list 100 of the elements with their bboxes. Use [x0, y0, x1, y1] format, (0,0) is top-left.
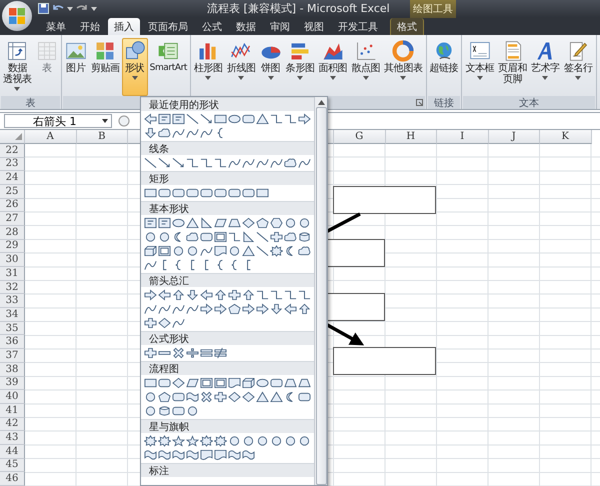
equal-sign-icon[interactable]	[200, 347, 213, 359]
line-icon[interactable]	[186, 113, 199, 125]
triangle-icon[interactable]	[256, 391, 269, 403]
curve-icon[interactable]	[186, 127, 199, 139]
ribbon-button[interactable]: SmartArt	[148, 38, 190, 96]
starburst-icon[interactable]	[144, 435, 157, 447]
curve-icon[interactable]	[172, 127, 185, 139]
right-triangle-icon[interactable]	[242, 231, 255, 243]
right-arrow-icon[interactable]	[242, 303, 255, 315]
plus-sign-icon[interactable]	[214, 391, 227, 403]
elbow-connector-icon[interactable]	[284, 113, 297, 125]
ribbon-button[interactable]: 页眉和 页脚	[496, 38, 529, 96]
circle-shape-icon[interactable]	[228, 435, 241, 447]
row-header[interactable]: 32	[0, 280, 25, 294]
triangle-icon[interactable]	[256, 113, 269, 125]
circle-shape-icon[interactable]	[144, 405, 157, 417]
rounded-rectangle-icon[interactable]	[242, 113, 255, 125]
plus-sign-icon[interactable]	[144, 347, 157, 359]
row-header[interactable]: 29	[0, 240, 25, 254]
star-icon[interactable]	[172, 435, 185, 447]
diamond-icon[interactable]	[242, 391, 255, 403]
rounded-rectangle-icon[interactable]	[270, 377, 283, 389]
column-header[interactable]: K	[540, 130, 592, 144]
parallelogram-icon[interactable]	[186, 377, 199, 389]
cloud-icon[interactable]	[158, 127, 171, 139]
ribbon-tab[interactable]: 公式	[196, 18, 228, 36]
scrollbar[interactable]	[314, 97, 327, 485]
cloud-icon[interactable]	[284, 157, 297, 169]
ribbon-button[interactable]: 其他图表	[382, 38, 425, 96]
row-header[interactable]: 38	[0, 362, 25, 376]
ribbon-tab[interactable]: 数据	[230, 18, 262, 36]
frame-icon[interactable]	[200, 377, 213, 389]
cloud-icon[interactable]	[298, 245, 311, 257]
column-header[interactable]: A	[25, 130, 76, 144]
curve-icon[interactable]	[298, 157, 311, 169]
scroll-thumb[interactable]	[316, 107, 326, 485]
row-header[interactable]: 27	[0, 212, 25, 226]
rounded-rectangle-icon[interactable]	[172, 405, 185, 417]
ribbon-button[interactable]: 散点图	[349, 38, 382, 96]
pentagon-icon[interactable]	[256, 217, 269, 229]
ribbon-button[interactable]: 面积图	[316, 38, 350, 96]
row-header[interactable]: 33	[0, 294, 25, 308]
ribbon-tab[interactable]: 开发工具	[332, 18, 384, 36]
pentagon-icon[interactable]	[158, 391, 171, 403]
cylinder-icon[interactable]	[298, 231, 311, 243]
frame-icon[interactable]	[214, 231, 227, 243]
rounded-rectangle-icon[interactable]	[200, 187, 213, 199]
document-shape-icon[interactable]	[228, 377, 241, 389]
arrow-line-icon[interactable]	[172, 157, 185, 169]
column-header[interactable]: G	[334, 130, 386, 144]
curve-icon[interactable]	[270, 157, 283, 169]
circle-shape-icon[interactable]	[158, 231, 171, 243]
right-arrow-icon[interactable]	[144, 289, 157, 301]
cylinder-icon[interactable]	[158, 405, 171, 417]
elbow-connector-icon[interactable]	[256, 289, 269, 301]
wave-icon[interactable]	[186, 391, 199, 403]
arrow-line-icon[interactable]	[200, 113, 213, 125]
arrow-line-icon[interactable]	[158, 157, 171, 169]
ribbon-button[interactable]: 条形图	[284, 38, 316, 96]
rectangle-shape-icon[interactable]	[144, 377, 157, 389]
star-icon[interactable]	[186, 435, 199, 447]
row-header[interactable]: 24	[0, 171, 25, 185]
triangle-icon[interactable]	[270, 391, 283, 403]
select-all-corner[interactable]	[0, 130, 25, 144]
up-arrow-icon[interactable]	[242, 289, 255, 301]
circle-shape-icon[interactable]	[228, 245, 241, 257]
save-icon[interactable]	[38, 3, 49, 14]
left-arrow-icon[interactable]	[158, 289, 171, 301]
up-arrow-icon[interactable]	[214, 289, 227, 301]
trapezoid-icon[interactable]	[228, 217, 241, 229]
ribbon-tab[interactable]: 审阅	[264, 18, 296, 36]
text-box-shape-icon[interactable]	[158, 113, 171, 125]
curve-icon[interactable]	[144, 303, 157, 315]
ribbon-tab[interactable]: 格式	[390, 18, 424, 36]
ribbon-tab[interactable]: 页面布局	[142, 18, 194, 36]
row-header[interactable]: 36	[0, 335, 25, 350]
wave-icon[interactable]	[228, 449, 241, 461]
multiply-sign-icon[interactable]	[172, 347, 185, 359]
ribbon-button[interactable]: 柱形图	[192, 38, 225, 96]
row-header[interactable]: 43	[0, 431, 25, 445]
elbow-connector-icon[interactable]	[298, 289, 311, 301]
cloud-icon[interactable]	[186, 231, 199, 243]
rounded-rectangle-icon[interactable]	[172, 391, 185, 403]
ribbon-button[interactable]: 超链接	[428, 38, 460, 96]
rounded-rectangle-icon[interactable]	[186, 187, 199, 199]
curve-icon[interactable]	[144, 259, 157, 271]
plus-sign-icon[interactable]	[228, 289, 241, 301]
down-arrow-icon[interactable]	[144, 127, 157, 139]
rounded-rectangle-icon[interactable]	[172, 187, 185, 199]
curve-icon[interactable]	[172, 317, 185, 329]
row-header[interactable]: 30	[0, 253, 25, 267]
cube-icon[interactable]	[144, 245, 157, 257]
frame-icon[interactable]	[214, 377, 227, 389]
cube-icon[interactable]	[242, 377, 255, 389]
cloud-icon[interactable]	[284, 231, 297, 243]
left-arrow-icon[interactable]	[144, 113, 157, 125]
down-arrow-icon[interactable]	[186, 289, 199, 301]
text-box-shape-icon[interactable]	[172, 113, 185, 125]
left-arrow-icon[interactable]	[284, 303, 297, 315]
elbow-connector-icon[interactable]	[228, 231, 241, 243]
